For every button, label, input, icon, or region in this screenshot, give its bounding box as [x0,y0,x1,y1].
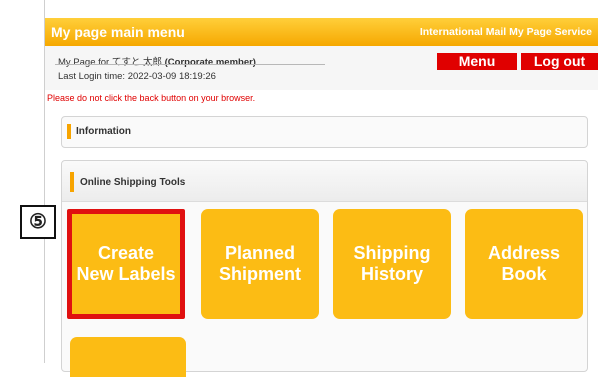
user-info-divider [55,64,325,65]
menu-button[interactable]: Menu [437,53,517,70]
shipping-history-button[interactable]: Shipping History [333,209,451,319]
back-button-warning: Please do not click the back button on y… [47,93,256,103]
online-shipping-tools-label: Online Shipping Tools [80,177,186,188]
service-name: International Mail My Page Service [419,26,592,38]
create-new-labels-button[interactable]: Create New Labels [67,209,185,319]
user-name: てすと 太郎 [111,57,162,68]
logout-button[interactable]: Log out [521,53,598,70]
last-login-time: Last Login time: 2022-03-09 18:19:26 [58,71,216,82]
address-book-label: Address Book [487,243,561,284]
planned-shipment-button[interactable]: Planned Shipment [201,209,319,319]
address-book-button[interactable]: Address Book [465,209,583,319]
additional-tool-button[interactable] [70,337,186,377]
information-label: Information [76,126,131,137]
information-section[interactable]: Information [61,116,588,148]
information-accent-bar [67,124,71,139]
page-header: My page main menu International Mail My … [45,18,598,46]
user-greeting-prefix: My Page for [58,57,112,68]
step-number-annotation: ⑤ [20,205,56,239]
planned-shipment-label: Planned Shipment [218,243,301,284]
create-new-labels-label: Create New Labels [76,243,176,284]
tools-accent-bar [70,172,74,192]
page-title: My page main menu [51,24,185,40]
member-type: (Corporate member) [164,57,256,68]
online-shipping-tools-header: Online Shipping Tools [62,161,587,202]
shipping-history-label: Shipping History [353,243,431,284]
user-greeting: My Page for てすと 太郎 (Corporate member) [58,54,256,68]
